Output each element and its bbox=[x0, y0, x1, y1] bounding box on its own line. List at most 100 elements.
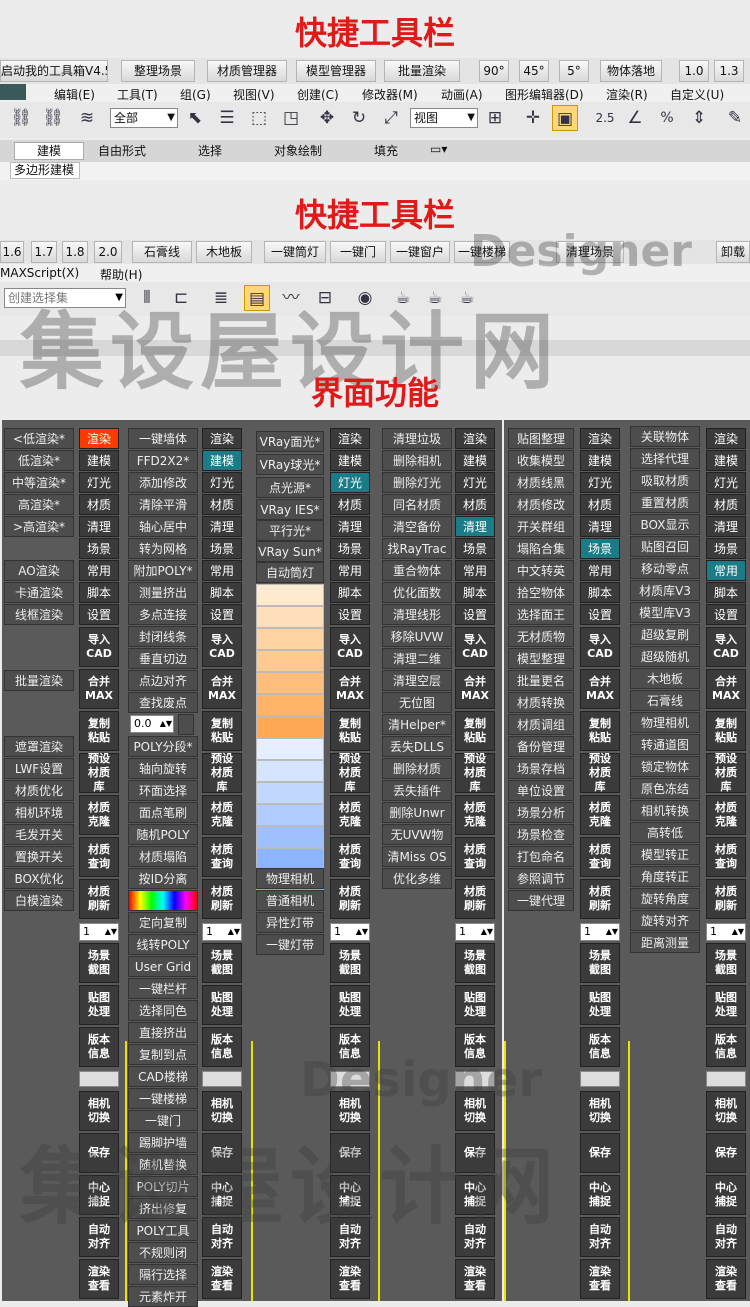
one-key-downlight-button[interactable]: 一键筒灯 bbox=[264, 241, 326, 263]
tab-populate[interactable]: 填充 bbox=[374, 142, 398, 159]
action-9[interactable]: 贴图处理 bbox=[79, 985, 119, 1025]
tab-model[interactable]: 建模 bbox=[455, 450, 495, 471]
clean-item-9[interactable]: 移除UVW bbox=[382, 626, 452, 647]
tab-model[interactable]: 建模 bbox=[580, 450, 620, 471]
clean-item-20[interactable]: 优化多维 bbox=[382, 868, 452, 889]
light-color-swatch[interactable] bbox=[256, 628, 324, 650]
blank-field[interactable] bbox=[79, 1071, 119, 1087]
menu-view[interactable]: 视图(V) bbox=[233, 86, 275, 103]
clean-item-14[interactable]: 丢失DLLS bbox=[382, 736, 452, 757]
common-item-20[interactable]: 角度转正 bbox=[630, 866, 700, 887]
clean-item-7[interactable]: 优化面数 bbox=[382, 582, 452, 603]
render-item-3[interactable]: 高渲染* bbox=[4, 494, 74, 515]
tab-model[interactable]: 建模 bbox=[330, 450, 370, 471]
tab-light[interactable]: 灯光 bbox=[580, 472, 620, 493]
action-12[interactable]: 相机切换 bbox=[706, 1091, 746, 1131]
scene-item-2[interactable]: 材质线黑 bbox=[508, 472, 574, 493]
tab-model[interactable]: 建模 bbox=[202, 450, 242, 471]
model-item-12[interactable]: 查找废点 bbox=[128, 692, 198, 713]
model-item-11[interactable]: 点边对齐 bbox=[128, 670, 198, 691]
count-spinner[interactable]: 1 ▲▼ bbox=[455, 923, 495, 941]
tab-light[interactable]: 灯光 bbox=[79, 472, 119, 493]
tab-scene[interactable]: 场景 bbox=[330, 538, 370, 559]
action-0[interactable]: 导入CAD bbox=[330, 627, 370, 667]
clean-item-17[interactable]: 删除Unwr bbox=[382, 802, 452, 823]
light-item-4[interactable]: 平行光* bbox=[256, 520, 324, 541]
tab-settings[interactable]: 设置 bbox=[706, 604, 746, 625]
scene-item-6[interactable]: 中文转英 bbox=[508, 560, 574, 581]
light-color-swatch[interactable] bbox=[256, 716, 324, 738]
action-6[interactable]: 材质刷新 bbox=[455, 879, 495, 919]
action-0[interactable]: 导入CAD bbox=[79, 627, 119, 667]
action-14[interactable]: 中心捕捉 bbox=[79, 1175, 119, 1215]
render-setup-icon[interactable]: ☕ bbox=[390, 285, 416, 311]
move-icon[interactable]: ✥ bbox=[314, 105, 340, 131]
tab-common[interactable]: 常用 bbox=[330, 560, 370, 581]
light-color-swatch[interactable] bbox=[256, 848, 324, 870]
spinner-snap-icon[interactable]: ⇕ bbox=[686, 105, 712, 131]
render-icon[interactable]: ☕ bbox=[454, 285, 480, 311]
segment-spinner[interactable]: 0.0 ▲▼ bbox=[130, 715, 174, 733]
model-item-2[interactable]: 添加修改 bbox=[128, 472, 198, 493]
action-12[interactable]: 相机切换 bbox=[79, 1091, 119, 1131]
menu-edit[interactable]: 编辑(E) bbox=[54, 86, 95, 103]
light-color-swatch[interactable] bbox=[256, 738, 324, 760]
action-2[interactable]: 复制粘贴 bbox=[330, 711, 370, 751]
model-item-0[interactable]: 一键墙体 bbox=[128, 428, 198, 449]
render-item-18[interactable]: 毛发开关 bbox=[4, 824, 74, 845]
one-key-window-button[interactable]: 一键窗户 bbox=[390, 241, 450, 263]
action-0[interactable]: 导入CAD bbox=[580, 627, 620, 667]
light-color-swatch[interactable] bbox=[256, 694, 324, 716]
render-item-20[interactable]: BOX优化 bbox=[4, 868, 74, 889]
blank-field[interactable] bbox=[706, 1071, 746, 1087]
rect-selection-icon[interactable]: ⬚ bbox=[246, 105, 272, 131]
action-10[interactable]: 版本信息 bbox=[706, 1027, 746, 1067]
tab-settings[interactable]: 设置 bbox=[79, 604, 119, 625]
model-item-22[interactable]: 定向复制 bbox=[128, 912, 198, 933]
action-2[interactable]: 复制粘贴 bbox=[455, 711, 495, 751]
action-12[interactable]: 相机切换 bbox=[330, 1091, 370, 1131]
segment-p-button[interactable] bbox=[178, 714, 194, 735]
scene-item-15[interactable]: 场景存档 bbox=[508, 758, 574, 779]
render-item-16[interactable]: 材质优化 bbox=[4, 780, 74, 801]
tab-scene[interactable]: 场景 bbox=[455, 538, 495, 559]
action-10[interactable]: 版本信息 bbox=[455, 1027, 495, 1067]
model-item-16[interactable]: 环面选择 bbox=[128, 780, 198, 801]
clean-item-0[interactable]: 清理垃圾 bbox=[382, 428, 452, 449]
action-16[interactable]: 渲染查看 bbox=[455, 1259, 495, 1299]
object-drop-button[interactable]: 物体落地 bbox=[600, 60, 662, 82]
common-item-22[interactable]: 旋转对齐 bbox=[630, 910, 700, 931]
tab-settings[interactable]: 设置 bbox=[580, 604, 620, 625]
model-item-23[interactable]: 线转POLY bbox=[128, 934, 198, 955]
tab-render[interactable]: 渲染 bbox=[330, 428, 370, 449]
light-item-5[interactable]: VRay Sun* bbox=[256, 541, 324, 562]
render-item-21[interactable]: 白模渲染 bbox=[4, 890, 74, 911]
action-3[interactable]: 预设材质库 bbox=[706, 752, 746, 793]
tab-script[interactable]: 脚本 bbox=[455, 582, 495, 603]
model-item-10[interactable]: 垂直切边 bbox=[128, 648, 198, 669]
clean-item-13[interactable]: 清Helper* bbox=[382, 714, 452, 735]
action-16[interactable]: 渲染查看 bbox=[706, 1259, 746, 1299]
action-13[interactable]: 保存 bbox=[580, 1133, 620, 1173]
clean-item-10[interactable]: 清理二维 bbox=[382, 648, 452, 669]
action-13[interactable]: 保存 bbox=[79, 1133, 119, 1173]
common-item-8[interactable]: 模型库V3 bbox=[630, 602, 700, 623]
model-item-14[interactable]: POLY分段* bbox=[128, 736, 198, 757]
light-color-swatch[interactable] bbox=[256, 826, 324, 848]
tab-common[interactable]: 常用 bbox=[455, 560, 495, 581]
common-item-5[interactable]: 贴图召回 bbox=[630, 536, 700, 557]
menu-maxscript[interactable]: MAXScript(X) bbox=[0, 266, 79, 280]
model-item-28[interactable]: 复制到点 bbox=[128, 1044, 198, 1065]
scale-1-6-button[interactable]: 1.6 bbox=[0, 241, 24, 263]
model-item-3[interactable]: 清除平滑 bbox=[128, 494, 198, 515]
render-item-0[interactable]: <低渲染* bbox=[4, 428, 74, 449]
light-item-3[interactable]: VRay IES* bbox=[256, 499, 324, 520]
clean-item-16[interactable]: 丢失插件 bbox=[382, 780, 452, 801]
action-1[interactable]: 合并MAX bbox=[706, 669, 746, 709]
action-6[interactable]: 材质刷新 bbox=[580, 879, 620, 919]
plaster-line-button[interactable]: 石膏线 bbox=[132, 241, 192, 263]
scene-item-12[interactable]: 材质转换 bbox=[508, 692, 574, 713]
action-5[interactable]: 材质查询 bbox=[706, 837, 746, 877]
clean-item-5[interactable]: 找RayTrac bbox=[382, 538, 452, 559]
tab-light[interactable]: 灯光 bbox=[330, 472, 370, 493]
